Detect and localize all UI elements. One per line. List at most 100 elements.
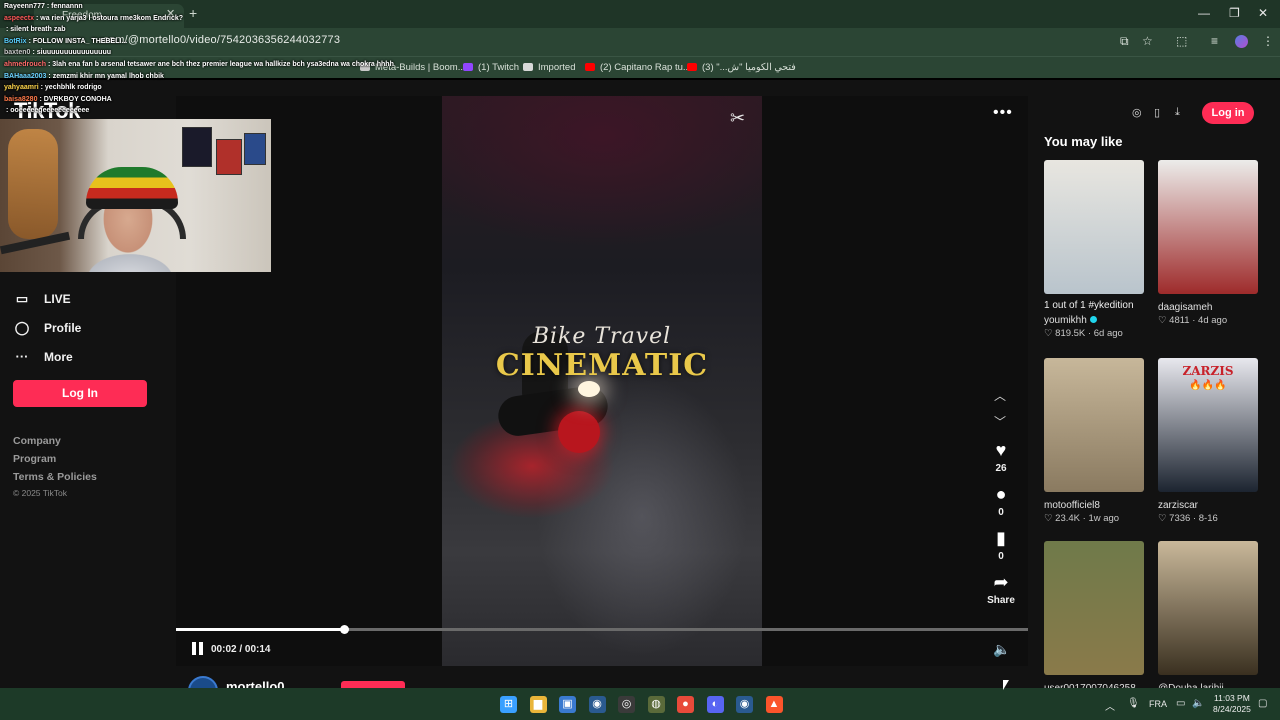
you-may-like-heading: You may like	[1044, 134, 1123, 149]
extensions-icon[interactable]: ⬚	[1176, 34, 1187, 48]
bookmark-twitch[interactable]: (1) Twitch	[463, 62, 519, 73]
chat-username: baisa8280	[4, 95, 38, 103]
browser-menu-icon[interactable]: ⋮	[1262, 34, 1274, 48]
network-icon[interactable]: ▭	[1176, 698, 1185, 709]
new-tab-icon[interactable]: +	[189, 5, 197, 21]
chat-message: : silent breath zab	[4, 26, 66, 33]
recommendation-meta: ♡ 819.5K · 6d ago	[1044, 328, 1123, 339]
footer-link-terms[interactable]: Terms & Policies	[13, 471, 97, 483]
capcut-icon[interactable]: ✂	[730, 108, 745, 129]
volume-icon[interactable]: 🔈	[993, 641, 1010, 658]
bookmark-arabic[interactable]: فتحي الكوميا "ش..." (3)	[687, 62, 796, 73]
tray-chevron-icon[interactable]: ︿	[1105, 698, 1115, 713]
windows-taskbar	[0, 688, 1280, 720]
sidebar-item-more[interactable]: ··· More	[14, 349, 73, 364]
recommendation-thumbnail[interactable]	[1044, 541, 1144, 675]
poster-shape	[182, 127, 212, 167]
sidebar-item-live[interactable]: ▭ LIVE	[14, 291, 71, 307]
poster-shape	[216, 139, 242, 175]
chat-username: BotRix	[4, 37, 27, 45]
speaker-icon[interactable]: 🔈	[1192, 698, 1204, 709]
bookmark-label: فتحي الكوميا "ش..." (3)	[702, 62, 796, 73]
sidebar-item-label: Profile	[44, 321, 82, 335]
recommendation-author[interactable]: youmikhh	[1044, 315, 1097, 326]
author-avatar[interactable]	[188, 676, 218, 688]
recommendation-thumbnail[interactable]	[1044, 358, 1144, 492]
file-explorer-icon[interactable]: ▆	[529, 696, 547, 713]
twitch-icon	[463, 63, 473, 71]
video-overlay-script: Bike Travel	[532, 324, 672, 349]
maximize-icon[interactable]: ❐	[1229, 6, 1240, 20]
recommendation-thumbnail[interactable]	[1158, 541, 1258, 675]
comment-button[interactable]: ● 0	[985, 484, 1017, 518]
follow-button[interactable]	[341, 681, 405, 688]
progress-handle[interactable]	[339, 625, 349, 634]
chat-text: : yechbhlk rodrigo	[40, 84, 102, 92]
recommendation-author[interactable]: daagisameh	[1158, 302, 1212, 313]
install-app-icon[interactable]: ⧉	[1120, 34, 1129, 49]
recommendation-title[interactable]: 1 out of 1 #ykedition	[1044, 300, 1154, 311]
store-icon[interactable]: ▣	[559, 696, 576, 713]
separator: ·	[1190, 513, 1199, 524]
download-icon[interactable]: ⤓	[1175, 106, 1180, 119]
progress-bar[interactable]	[176, 625, 1028, 634]
steam-icon[interactable]: ◉	[588, 696, 606, 713]
sidebar-item-label: More	[44, 349, 73, 364]
post-date: 1w ago	[1088, 513, 1120, 524]
microphone-icon[interactable]: 🎙	[1127, 698, 1140, 709]
chat-text: : silent breath zab	[6, 26, 66, 34]
taskbar-clock[interactable]: 11:03 PM 8/24/2025	[1213, 693, 1251, 715]
chat-text: : ooeeeeegeeeeeeeeeeee	[6, 107, 90, 115]
steam-icon-2[interactable]: ◉	[736, 696, 753, 713]
bookmark-star-icon[interactable]: ☆	[1142, 34, 1153, 48]
chat-username: baxten0	[4, 49, 31, 57]
notifications-icon[interactable]: ▢	[1258, 698, 1267, 709]
previous-video-icon[interactable]: ︿	[994, 387, 1006, 404]
address-bar: .com/@mortello0/video/754203635624403277…	[0, 28, 1280, 56]
footer-link-company[interactable]: Company	[13, 435, 61, 447]
browser-profile-avatar[interactable]	[1235, 35, 1248, 48]
next-video-icon[interactable]: ﹀	[994, 413, 1006, 430]
chrome-icon[interactable]: ●	[677, 696, 694, 713]
game-icon[interactable]: ◍	[647, 696, 665, 713]
discord-icon[interactable]: ◐	[706, 696, 724, 713]
share-label: Share	[987, 595, 1015, 606]
sidebar-item-profile[interactable]: ◯ Profile	[14, 320, 82, 336]
url-field[interactable]: .com/@mortello0/video/754203635624403277…	[100, 34, 340, 46]
brave-icon[interactable]: ▲	[765, 696, 783, 713]
pause-icon[interactable]	[191, 642, 205, 656]
recommendation-thumbnail[interactable]: ZARZIS 🔥🔥🔥	[1158, 358, 1258, 492]
chat-username: BAHaaa2003	[4, 72, 47, 80]
author-name[interactable]: mortello0	[226, 679, 285, 688]
language-indicator[interactable]: FRA	[1149, 699, 1167, 709]
recommendation-author[interactable]: zarziscar	[1158, 500, 1198, 511]
like-button[interactable]: ♥ 26	[985, 440, 1017, 474]
profile-icon: ◯	[14, 320, 30, 335]
close-window-icon[interactable]: ✕	[1258, 6, 1268, 20]
video-time: 00:02 / 00:14	[211, 644, 271, 655]
reading-list-icon[interactable]: ≡	[1211, 34, 1218, 48]
share-button[interactable]: ➦ Share	[981, 572, 1021, 606]
footer-link-program[interactable]: Program	[13, 453, 56, 465]
bookmark-label: (2) Capitano Rap tu...	[600, 62, 691, 73]
sidebar-login-button[interactable]: Log In	[13, 380, 147, 407]
youtube-icon	[687, 63, 697, 71]
recommendation-thumbnail[interactable]	[1158, 160, 1258, 294]
more-options-icon[interactable]: •••	[993, 104, 1013, 122]
bookmark-capitano[interactable]: (2) Capitano Rap tu...	[585, 62, 691, 73]
recommendation-meta: ♡ 23.4K · 1w ago	[1044, 513, 1119, 524]
recommendation-thumbnail[interactable]	[1044, 160, 1144, 294]
minimize-icon[interactable]: —	[1198, 6, 1210, 20]
device-icon[interactable]: ▯	[1154, 106, 1160, 119]
compass-icon[interactable]: ◎	[1132, 106, 1142, 119]
recommendation-author[interactable]: motoofficiel8	[1044, 500, 1100, 511]
save-button[interactable]: ▮ 0	[985, 528, 1017, 562]
bookmark-imported[interactable]: Imported	[523, 62, 576, 73]
recommendation-meta: ♡ 7336 · 8-16	[1158, 513, 1218, 524]
obs-icon[interactable]: ◎	[618, 696, 635, 713]
author-row: mortello0	[176, 672, 1028, 688]
author-label: youmikhh	[1044, 315, 1087, 326]
video-frame[interactable]: Bike Travel CINEMATIC	[442, 96, 762, 666]
windows-start-icon[interactable]: ⊞	[500, 696, 517, 713]
header-login-button[interactable]: Log in	[1202, 102, 1254, 124]
